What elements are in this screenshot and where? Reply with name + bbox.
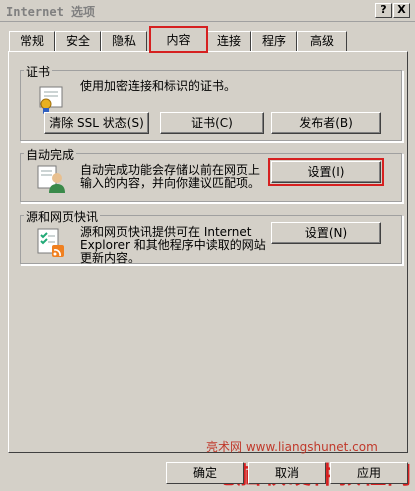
apply-button[interactable]: 应用 [330,462,408,484]
tab-content[interactable]: 内容 [149,26,208,53]
tab-connections[interactable]: 连接 [207,31,251,52]
cancel-button[interactable]: 取消 [248,462,326,484]
autocomplete-settings-button[interactable]: 设置(I) [268,158,384,186]
tab-security[interactable]: 安全 [55,31,101,52]
close-button[interactable]: X [393,3,410,18]
feeds-settings-button[interactable]: 设置(N) [271,222,381,244]
window-title: Internet 选项 [6,5,96,19]
autocomplete-title: 自动完成 [24,146,77,163]
ok-button[interactable]: 确定 [166,462,244,484]
clear-ssl-button[interactable]: 清除 SSL 状态(S) [44,112,149,134]
feeds-title: 源和网页快讯 [24,208,101,225]
autocomplete-description: 自动完成功能会存储以前在网页上 输入的内容，并向你建议匹配项。 [80,164,260,190]
feeds-description: 源和网页快讯提供可在 Internet Explorer 和其他程序中读取的网站… [80,226,266,265]
feeds-description-line3: 更新内容。 [80,251,141,265]
certificates-description: 使用加密连接和标识的证书。 [80,79,237,93]
help-button[interactable]: ? [375,3,392,18]
publishers-button[interactable]: 发布者(B) [271,112,381,134]
tab-general[interactable]: 常规 [9,31,55,52]
tab-advanced[interactable]: 高级 [297,31,347,52]
tab-programs[interactable]: 程序 [251,31,297,52]
watermark-site: 亮术网 www.liangshunet.com [206,440,378,454]
autocomplete-description-line2: 输入的内容，并向你建议匹配项。 [80,176,261,190]
certificates-title: 证书 [24,63,53,80]
feeds-icon [35,226,67,258]
certificates-button[interactable]: 证书(C) [160,112,264,134]
certificate-icon [35,83,67,115]
title-bar: Internet 选项 ? X [0,0,415,22]
tab-privacy[interactable]: 隐私 [101,31,147,52]
autocomplete-icon [35,162,67,194]
